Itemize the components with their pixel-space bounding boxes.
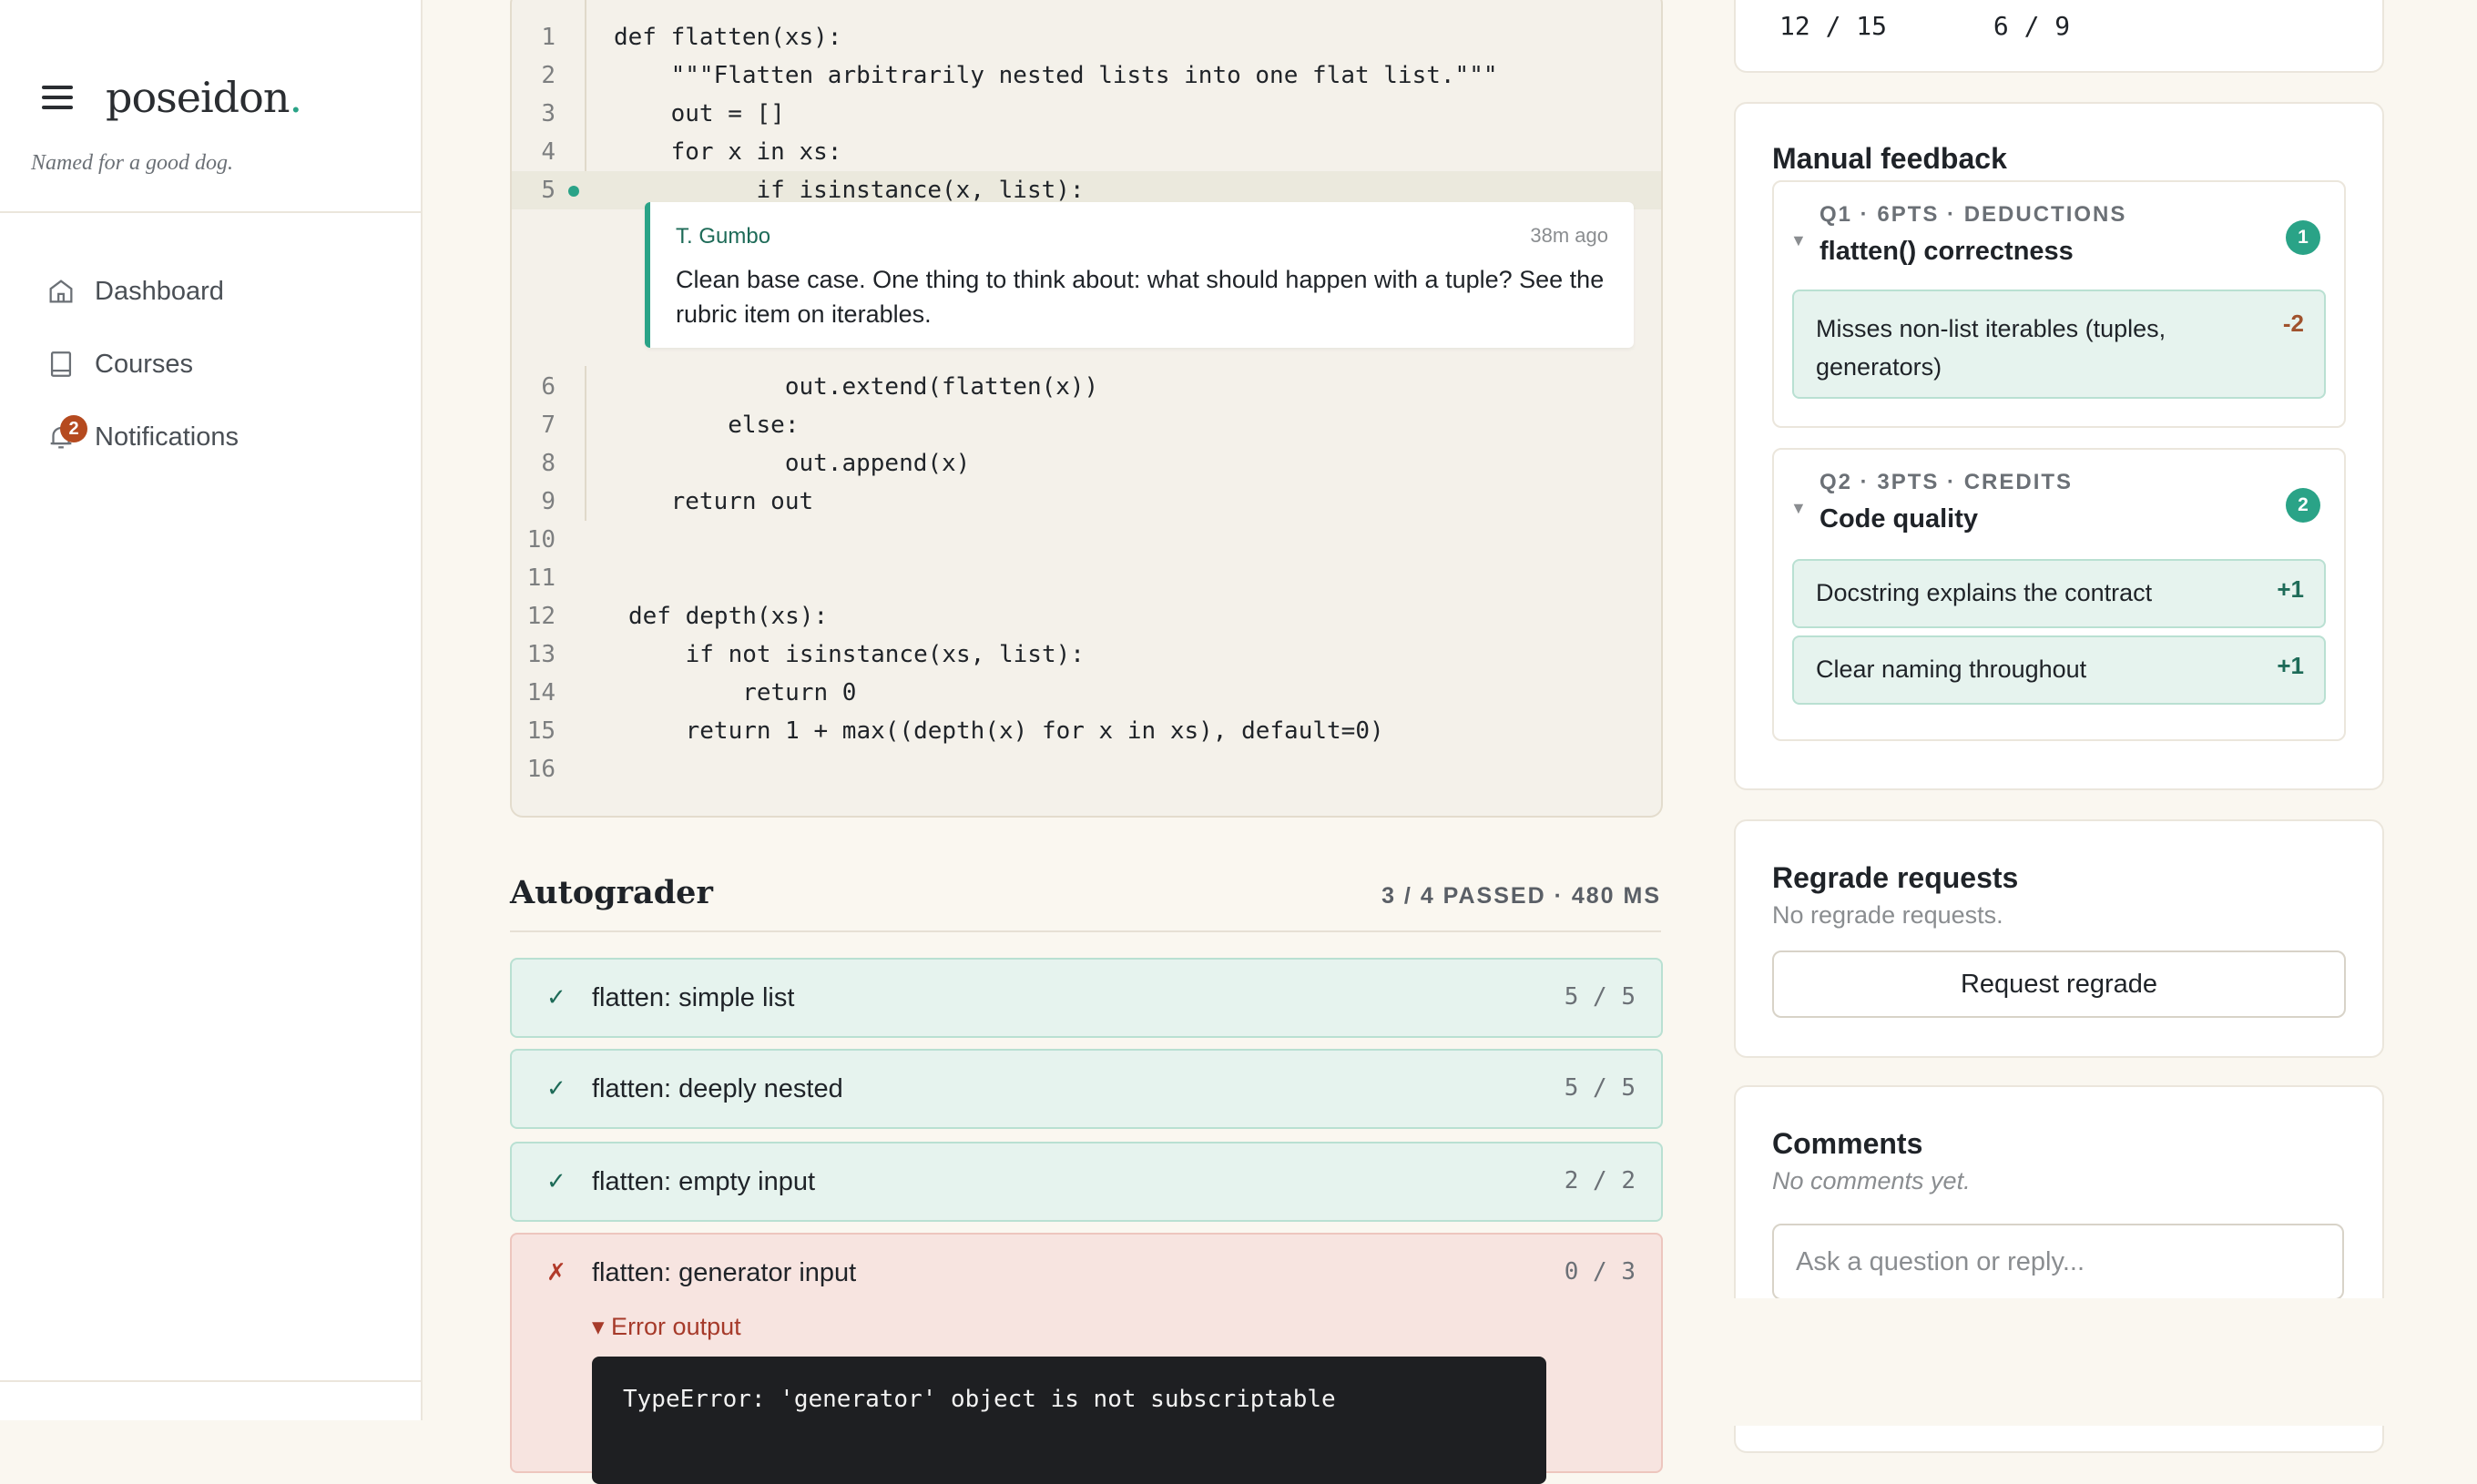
feedback-item[interactable]: Misses non-list iterables (tuples, gener… [1792,290,2326,399]
request-regrade-button[interactable]: Request regrade [1772,950,2346,1018]
code-line: 12 def depth(xs): [526,603,829,630]
sidebar-item-dashboard[interactable]: Dashboard [46,255,239,328]
feedback-text: Docstring explains the contract [1816,579,2153,606]
manual-feedback-title: Manual feedback [1772,142,2007,175]
code-line: 7 else: [541,412,800,439]
error-output-toggle[interactable]: ▾ Error output [592,1313,741,1341]
code-line: 10 [526,526,556,554]
question-count-badge: 2 [2286,488,2320,523]
test-name: flatten: empty input [592,1167,816,1196]
rubric-question: ▼ Q2 · 3PTS · CREDITS Code quality 2 Doc… [1772,448,2346,741]
feedback-points: -2 [2282,310,2304,337]
code-line: 9 return out [541,488,814,515]
test-row[interactable]: ✓ flatten: empty input 2 / 2 [510,1142,1663,1222]
feedback-points: +1 [2277,575,2304,603]
feedback-text: Misses non-list iterables (tuples, gener… [1816,315,2166,381]
autograder-divider [510,930,1661,932]
code-line: 4 for x in xs: [541,138,842,166]
score-summary: 12 / 15 6 / 9 [1779,11,2161,41]
sidebar-item-label: Dashboard [95,276,224,306]
comment-text: Clean base case. One thing to think abou… [676,266,1605,328]
test-score: 2 / 2 [1564,1167,1636,1194]
test-score: 5 / 5 [1564,983,1636,1011]
test-score: 0 / 3 [1564,1258,1636,1286]
comment-author: T. Gumbo [676,224,771,249]
notification-badge: 2 [60,415,87,442]
book-icon [50,351,72,377]
sidebar-item-label: Notifications [95,422,239,452]
sidebar-item-notifications[interactable]: 2 Notifications [46,401,239,473]
test-name: flatten: simple list [592,983,795,1012]
code-line: 13 if not isinstance(xs, list): [526,641,1085,668]
test-row[interactable]: ✓ flatten: simple list 5 / 5 [510,958,1663,1038]
sidebar-divider [0,211,421,213]
sidebar-item-courses[interactable]: Courses [46,328,239,401]
sidebar-item-label: Courses [95,349,193,379]
comments-status: No comments yet. [1772,1167,1971,1194]
feedback-item[interactable]: Clear naming throughout +1 [1792,635,2326,705]
code-line: 16 [526,756,556,783]
regrade-card: Regrade requests No regrade requests. Re… [1734,819,2384,1058]
question-label: Q2 · 3PTS · CREDITS [1820,470,2074,494]
test-score: 5 / 5 [1564,1074,1636,1102]
manual-feedback-card: Manual feedback ▼ Q1 · 6PTS · DEDUCTIONS… [1734,102,2384,790]
regrade-status: No regrade requests. [1772,901,2003,929]
check-icon: ✓ [546,1167,566,1194]
home-icon [49,280,73,303]
caret-down-icon[interactable]: ▼ [1790,231,1807,250]
code-viewer: 1 def flatten(xs): 2 """Flatten arbitrari… [510,0,1663,818]
autograder-title: Autograder [510,874,713,911]
cross-icon: ✗ [546,1258,566,1286]
test-name: flatten: generator input [592,1258,857,1287]
code-line: 15 return 1 + max((depth(x) for x in xs)… [526,717,1384,745]
comment-marker-icon[interactable] [568,186,579,197]
sidebar-nav: Dashboard Courses 2 Notifications [46,255,239,473]
error-text: TypeError: 'generator' object is not sub… [623,1386,1336,1413]
logo[interactable]: poseidon. [106,73,302,122]
code-line: 3 out = [] [541,100,785,127]
feedback-points: +1 [2277,652,2304,679]
feedback-text: Clear naming throughout [1816,656,2087,683]
rubric-question: ▼ Q1 · 6PTS · DEDUCTIONS flatten() corre… [1772,180,2346,428]
sidebar-footer-divider [0,1380,421,1382]
test-row[interactable]: ✓ flatten: deeply nested 5 / 5 [510,1049,1663,1129]
question-title: Code quality [1820,504,1979,534]
score-manual: 6 / 9 [1993,11,2071,41]
check-icon: ✓ [546,983,566,1011]
caret-down-icon[interactable]: ▼ [1790,499,1807,518]
code-line: 8 out.append(x) [541,450,971,477]
check-icon: ✓ [546,1074,566,1102]
code-line: 1 def flatten(xs): [541,24,842,51]
comments-title: Comments [1772,1127,1923,1160]
score-total: 12 / 15 [1779,11,1888,41]
code-line: 2 """Flatten arbitrarily nested lists in… [541,62,1498,89]
question-title: flatten() correctness [1820,237,2074,266]
sidebar: poseidon. Named for a good dog. Dashboar… [0,0,423,1420]
code-line: 14 return 0 [526,679,857,706]
question-label: Q1 · 6PTS · DEDUCTIONS [1820,202,2127,227]
test-name: flatten: deeply nested [592,1074,843,1103]
score-card: 12 / 15 6 / 9 [1734,0,2384,73]
menu-icon[interactable] [42,86,73,109]
error-output: TypeError: 'generator' object is not sub… [592,1357,1546,1484]
page-background [1730,1298,2386,1426]
code-line: 11 [526,564,556,592]
question-count-badge: 1 [2286,220,2320,255]
comment-time: 38m ago [1530,224,1608,247]
code-line: 6 out.extend(flatten(x)) [541,373,1099,401]
test-row-failed[interactable]: ✗ flatten: generator input 0 / 3 ▾ Error… [510,1233,1663,1484]
tagline: Named for a good dog. [31,151,233,175]
inline-comment: T. Gumbo 38m ago Clean base case. One th… [645,202,1634,348]
comment-input[interactable]: Ask a question or reply... [1772,1224,2344,1300]
autograder-summary: 3 / 4 PASSED · 480 MS [1381,883,1661,909]
feedback-item[interactable]: Docstring explains the contract +1 [1792,559,2326,628]
regrade-title: Regrade requests [1772,861,2019,894]
brand: poseidon. [42,73,302,122]
